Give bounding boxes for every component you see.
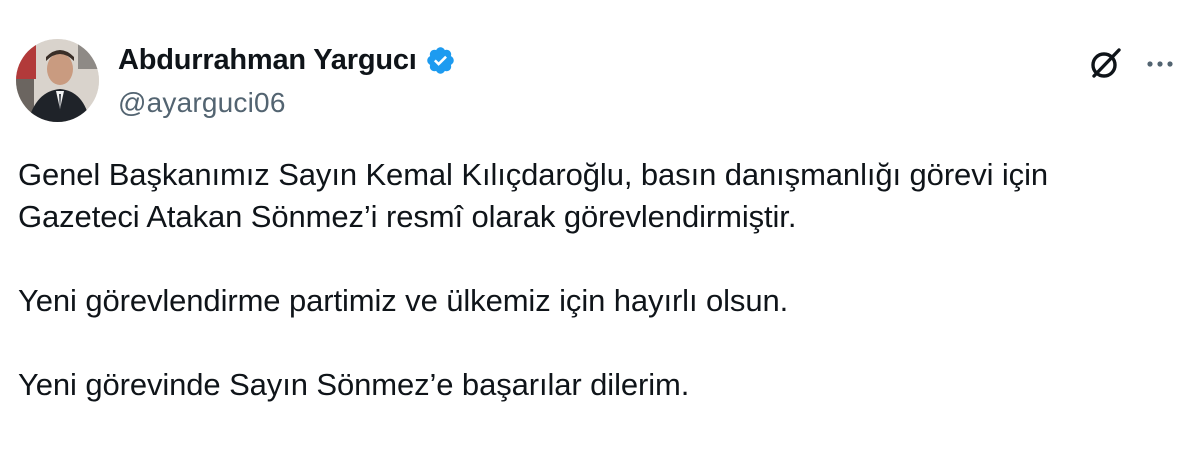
user-handle[interactable]: @ayarguci06 — [118, 87, 456, 119]
tweet-paragraph-2: Yeni görevlendirme partimiz ve ülkemiz i… — [18, 283, 789, 318]
tweet-paragraph-1: Genel Başkanımız Sayın Kemal Kılıçdaroğl… — [18, 157, 1049, 234]
grok-icon[interactable] — [1086, 45, 1124, 83]
avatar-photo — [16, 39, 99, 122]
tweet-text: Genel Başkanımız Sayın Kemal Kılıçdaroğl… — [18, 154, 1178, 406]
display-name[interactable]: Abdurrahman Yargucı — [118, 44, 417, 77]
author-info: Abdurrahman Yargucı @ayarguci06 — [118, 40, 456, 119]
avatar[interactable] — [16, 39, 99, 122]
tweet-card: Abdurrahman Yargucı @ayarguci06 Genel Ba… — [0, 0, 1198, 458]
name-row: Abdurrahman Yargucı — [118, 40, 456, 80]
tweet-paragraph-3: Yeni görevinde Sayın Sönmez’e başarılar … — [18, 367, 690, 402]
more-horizontal-icon[interactable] — [1142, 46, 1178, 82]
verified-badge-icon[interactable] — [425, 45, 456, 76]
